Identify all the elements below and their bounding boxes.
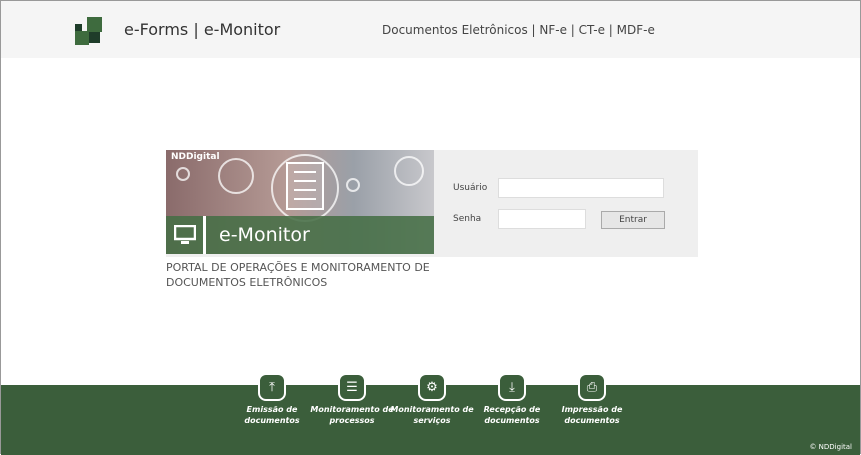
user-label: Usuário [453, 183, 488, 193]
footer-item[interactable]: ⚙ Monitoramento de serviços [387, 373, 477, 426]
footer-item[interactable]: ⎙ Impressão de documentos [547, 373, 637, 426]
footer-item-label: Recepção de documentos [483, 405, 541, 425]
footer-item[interactable]: ☰ Monitoramento de processos [307, 373, 397, 426]
printer-icon: ⎙ [578, 373, 606, 401]
product-name: e-Monitor [219, 224, 310, 246]
password-label: Senha [453, 214, 482, 224]
product-bar: e-Monitor [166, 216, 434, 254]
footer-item-label: Monitoramento de processos [310, 405, 394, 425]
footer-item-label: Monitoramento de serviços [390, 405, 474, 425]
gears-icon: ⚙ [418, 373, 446, 401]
password-input[interactable] [498, 209, 586, 229]
user-input[interactable] [498, 178, 664, 198]
nddigital-logo: NDDigital [171, 152, 220, 162]
upload-icon: ⤒ [258, 373, 286, 401]
nav-links[interactable]: Documentos Eletrônicos | NF-e | CT-e | M… [382, 23, 655, 37]
footer-item-label: Emissão de documentos [244, 405, 300, 425]
document-icon [286, 162, 324, 210]
submit-button[interactable]: Entrar [601, 211, 665, 229]
banner-image: NDDigital e-Monitor [166, 150, 434, 254]
footer-item-label: Impressão de documentos [561, 405, 623, 425]
header: e-Forms | e-Monitor Documentos Eletrônic… [1, 1, 860, 58]
footer-item[interactable]: ⤓ Recepção de documentos [467, 373, 557, 426]
portal-subtitle: PORTAL DE OPERAÇÕES E MONITORAMENTO DE D… [166, 261, 430, 289]
sliders-icon: ☰ [338, 373, 366, 401]
app-title: e-Forms | e-Monitor [124, 20, 281, 39]
monitor-icon [166, 216, 206, 254]
logo [73, 15, 105, 47]
footer-item[interactable]: ⤒ Emissão de documentos [227, 373, 317, 426]
download-icon: ⤓ [498, 373, 526, 401]
copyright: © NDDigital [809, 443, 852, 451]
